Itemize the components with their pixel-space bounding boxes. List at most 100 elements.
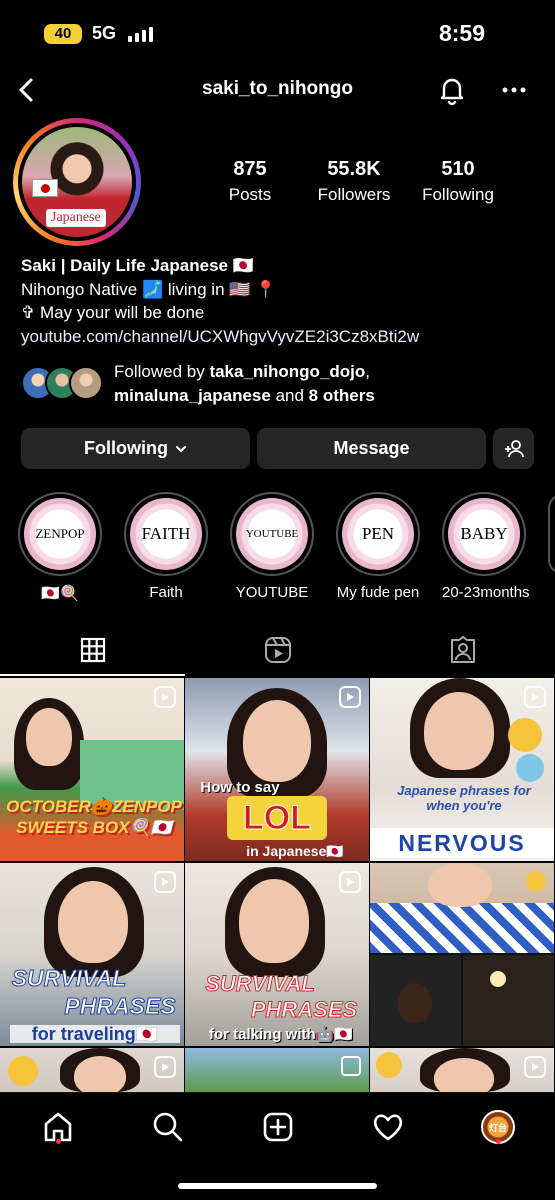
separator: , — [365, 362, 371, 381]
and-text: and — [270, 386, 309, 405]
post-tile[interactable]: How to say LOL in Japanese🇯🇵 — [185, 678, 369, 861]
highlight-youtube[interactable]: YOUTUBE YOUTUBE — [230, 492, 314, 601]
profile-header-bar: saki_to_nihongo — [0, 68, 555, 112]
more-options-button[interactable] — [498, 74, 530, 106]
highlight-cover: FAITH — [130, 498, 202, 570]
tagged-person-icon — [450, 636, 475, 663]
post-caption: OCTOBER🎃ZENPOP — [6, 797, 182, 816]
post-tile[interactable]: SURVIVAL PHRASES for traveling🇯🇵 — [0, 863, 184, 1046]
worried-emoji-icon — [8, 1056, 38, 1086]
post-tile[interactable]: Japanese phrases for when you're NERVOUS — [370, 678, 554, 861]
notifications-button[interactable] — [436, 74, 468, 106]
post-tile[interactable] — [185, 1048, 369, 1092]
post-caption: LOL — [227, 796, 327, 840]
more-horizontal-icon — [502, 87, 526, 93]
profile-avatar-text: 灯台 — [488, 1122, 507, 1133]
avatar — [69, 366, 103, 400]
japan-flag-icon — [32, 179, 58, 197]
post-caption: for traveling🇯🇵 — [10, 1025, 180, 1043]
post-caption: NERVOUS — [370, 828, 554, 858]
post-tile[interactable]: OCTOBER🎃ZENPOP SWEETS BOX🍭🇯🇵 — [0, 678, 184, 861]
notification-dot — [496, 1139, 501, 1144]
signal-icon — [128, 26, 153, 42]
following-label: Following — [422, 185, 494, 204]
post-caption: How to say — [200, 779, 280, 796]
highlight-faith[interactable]: FAITH Faith — [124, 492, 208, 601]
message-label: Message — [333, 438, 410, 458]
followers-stat[interactable]: 55.8K Followers — [299, 158, 409, 205]
post-caption: PHRASES — [250, 997, 358, 1022]
posts-count: 875 — [233, 158, 267, 180]
mutual-username[interactable]: minaluna_japanese — [114, 386, 271, 405]
mutual-username[interactable]: taka_nihongo_dojo — [209, 362, 365, 381]
highlight-cover: BABY — [448, 498, 520, 570]
highlight-label: My fude pen — [336, 584, 420, 601]
network-type: 5G — [92, 23, 117, 43]
post-tile[interactable] — [370, 1048, 554, 1092]
highlight-label: 20-23months — [442, 584, 530, 601]
post-caption: for talking with🤖🇯🇵 — [208, 1026, 354, 1043]
tab-reels[interactable] — [185, 624, 370, 676]
plus-square-icon — [263, 1112, 293, 1142]
username-title: saki_to_nihongo — [202, 78, 353, 99]
highlight-partial[interactable] — [548, 494, 555, 574]
post-tile[interactable]: SURVIVAL PHRASES for talking with🤖🇯🇵 — [185, 863, 369, 1046]
reel-icon — [154, 1056, 176, 1078]
post-caption: PHRASES — [64, 993, 176, 1019]
mutual-avatars — [21, 366, 105, 400]
message-button[interactable]: Message — [257, 428, 486, 469]
nav-create[interactable] — [258, 1107, 298, 1147]
scared-emoji-icon — [508, 718, 542, 752]
posts-label: Posts — [228, 185, 272, 204]
highlight-label: 🇯🇵🍭 — [41, 585, 79, 602]
post-tile[interactable] — [0, 1048, 184, 1092]
reel-icon — [524, 686, 546, 708]
highlight-cover: YOUTUBE — [236, 498, 308, 570]
highlight-zenpop[interactable]: ZENPOP 🇯🇵🍭 — [18, 492, 102, 602]
post-caption: Japanese phrases for — [397, 783, 531, 798]
status-bar: 40 5G 8:59 — [0, 0, 555, 66]
posts-stat[interactable]: 875 Posts — [195, 158, 305, 205]
following-button[interactable]: Following — [21, 428, 250, 469]
highlight-cover: PEN — [342, 498, 414, 570]
highlight-cover: ZENPOP — [24, 498, 96, 570]
active-tab-indicator — [0, 674, 185, 676]
profile-avatar[interactable]: Japanese — [13, 118, 141, 246]
carousel-icon — [341, 1056, 361, 1076]
post-tile[interactable] — [370, 863, 554, 1046]
cold-emoji-icon — [516, 754, 544, 782]
reel-icon — [154, 871, 176, 893]
profile-bio: Saki | Daily Life Japanese 🇯🇵 Nihongo Na… — [21, 254, 541, 348]
post-caption: SURVIVAL — [11, 965, 127, 991]
suggested-users-button[interactable] — [493, 428, 534, 469]
home-indicator — [178, 1183, 377, 1189]
others-count[interactable]: 8 others — [309, 386, 375, 405]
clock: 8:59 — [438, 20, 485, 46]
following-label: Following — [84, 438, 168, 458]
search-icon — [153, 1112, 183, 1142]
following-stat[interactable]: 510 Following — [403, 158, 513, 205]
tab-tagged[interactable] — [370, 624, 555, 676]
followed-by-text: Followed by taka_nihongo_dojo, minaluna_… — [114, 360, 375, 408]
laughing-emoji-icon — [526, 871, 546, 891]
reel-icon — [524, 1056, 546, 1078]
avatar-tag: Japanese — [46, 209, 106, 227]
followers-count: 55.8K — [327, 158, 381, 180]
notification-dot — [56, 1139, 61, 1144]
followed-by-prefix: Followed by — [114, 362, 210, 381]
reel-icon — [339, 871, 361, 893]
display-name: Saki | Daily Life Japanese 🇯🇵 — [21, 256, 254, 275]
highlight-baby[interactable]: BABY 20-23months — [442, 492, 530, 601]
mutual-followers[interactable]: Followed by taka_nihongo_dojo, minaluna_… — [21, 360, 541, 408]
highlight-label: YOUTUBE — [235, 584, 309, 601]
highlight-pen[interactable]: PEN My fude pen — [336, 492, 420, 601]
grid-icon — [80, 637, 105, 663]
nav-search[interactable] — [148, 1107, 188, 1147]
tab-posts-grid[interactable] — [0, 624, 185, 676]
bio-line: ✞ May your will be done — [21, 303, 205, 322]
post-caption: when you're — [426, 798, 502, 813]
bio-link[interactable]: youtube.com/channel/UCXWhgvVyvZE2i3Cz8xB… — [21, 325, 541, 349]
bio-line: Nihongo Native 🗾 living in 🇺🇸 📍 — [21, 279, 277, 299]
profile-tabs — [0, 624, 555, 676]
nav-activity[interactable] — [368, 1107, 408, 1147]
